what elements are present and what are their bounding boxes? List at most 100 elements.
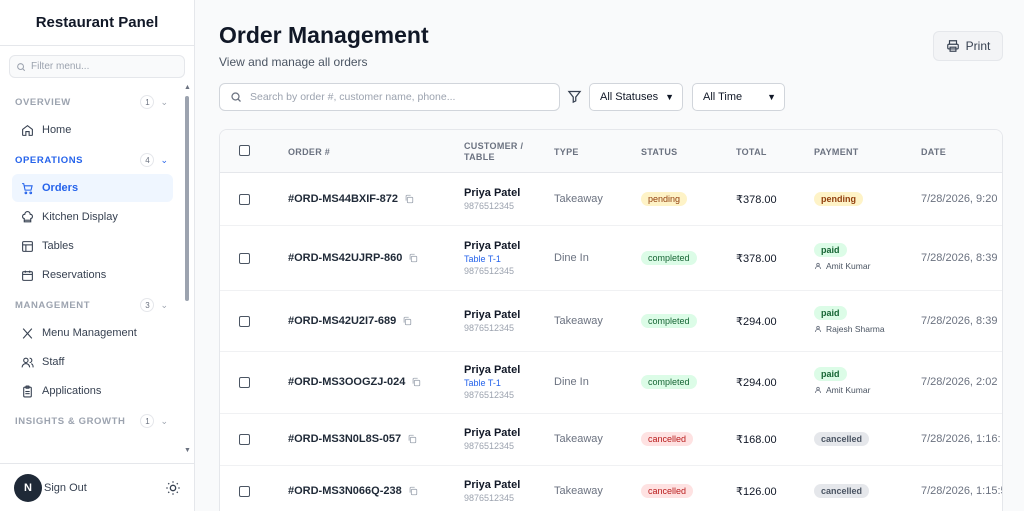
sidebar-item-reservations[interactable]: Reservations <box>12 261 173 289</box>
order-number[interactable]: #ORD-MS3OOGZJ-024 <box>288 376 421 388</box>
chef-hat-icon <box>22 210 33 222</box>
order-number[interactable]: #ORD-MS3N0L8S-057 <box>288 433 417 445</box>
table-row[interactable]: #ORD-MS3N066Q-238 Priya Patel 9876512345 Ta… <box>220 466 1002 511</box>
user-icon <box>814 386 822 394</box>
table-label[interactable]: Table T-1 <box>464 378 520 388</box>
customer-cell: Priya Patel Table T-1 9876512345 <box>464 240 520 276</box>
filter-menu-input[interactable] <box>31 61 171 72</box>
search-input[interactable] <box>250 91 550 103</box>
table-row[interactable]: #ORD-MS3N0L8S-057 Priya Patel 9876512345 Ta… <box>220 414 1002 466</box>
sun-icon[interactable] <box>165 480 181 496</box>
col-total[interactable]: TOTAL <box>736 147 767 158</box>
sidebar-item-home[interactable]: Home <box>12 116 173 144</box>
order-number[interactable]: #ORD-MS42UJRP-860 <box>288 252 418 264</box>
avatar[interactable]: N <box>14 473 42 502</box>
filter-icon[interactable] <box>567 89 582 104</box>
payment-cell: cancelled <box>814 432 870 446</box>
section-insights-growth[interactable]: INSIGHTS & GROWTH 1 ⌄ <box>0 407 183 435</box>
payment-badge: paid <box>814 242 847 257</box>
table-row[interactable]: #ORD-MS42U2I7-689 Priya Patel 9876512345 Ta… <box>220 291 1002 352</box>
status-badge: pending <box>641 192 688 206</box>
sign-out-button[interactable]: Sign Out <box>44 482 165 494</box>
sidebar-scrollbar[interactable]: ▲ ▼ <box>184 84 191 456</box>
table-row[interactable]: #ORD-MS3OOGZJ-024 Priya Patel Table T-1 987… <box>220 352 1002 414</box>
order-date: 7/28/2026, 9:20 <box>921 193 998 205</box>
section-title: OVERVIEW <box>15 96 71 108</box>
table-label[interactable]: Table T-1 <box>464 254 520 264</box>
payment-badge: pending <box>814 192 863 206</box>
order-number[interactable]: #ORD-MS44BXIF-872 <box>288 193 414 205</box>
cart-icon <box>22 182 33 194</box>
order-date: 7/28/2026, 2:02 <box>921 376 998 388</box>
select-all-checkbox[interactable] <box>239 145 250 156</box>
row-checkbox[interactable] <box>239 486 250 497</box>
order-number[interactable]: #ORD-MS42U2I7-689 <box>288 315 412 327</box>
col-payment[interactable]: PAYMENT <box>814 147 859 158</box>
table-row[interactable]: #ORD-MS44BXIF-872 Priya Patel 9876512345 Ta… <box>220 174 1002 226</box>
sidebar-item-label: Applications <box>42 385 102 397</box>
order-date: 7/28/2026, 8:39 <box>921 251 998 264</box>
filter-menu-box[interactable] <box>9 55 185 78</box>
section-management[interactable]: MANAGEMENT 3 ⌄ <box>0 291 183 319</box>
brand-title: Restaurant Panel <box>0 0 194 46</box>
col-order[interactable]: ORDER # <box>288 147 330 158</box>
section-overview[interactable]: OVERVIEW 1 ⌄ <box>0 88 183 116</box>
row-checkbox[interactable] <box>239 194 250 205</box>
order-number-text: #ORD-MS44BXIF-872 <box>288 193 399 205</box>
payment-collector-name: Rajesh Sharma <box>826 323 885 334</box>
customer-phone: 9876512345 <box>464 390 515 400</box>
payment-cell: paid Rajesh Sharma <box>814 305 885 334</box>
time-filter-value: All Time <box>703 91 743 103</box>
chevron-down-icon: ⌄ <box>160 154 168 165</box>
utensils-icon <box>22 327 33 339</box>
chevron-down-icon: ▼ <box>767 92 776 102</box>
col-date[interactable]: DATE <box>921 147 946 158</box>
order-type: Dine In <box>554 376 589 388</box>
main-content: Order Management View and manage all ord… <box>195 0 1024 511</box>
time-filter-select[interactable]: All Time ▼ <box>692 83 785 111</box>
copy-icon[interactable] <box>411 377 421 387</box>
sidebar-item-orders[interactable]: Orders <box>12 174 173 202</box>
customer-cell: Priya Patel 9876512345 <box>464 479 520 503</box>
row-checkbox[interactable] <box>239 315 250 327</box>
section-operations[interactable]: OPERATIONS 4 ⌄ <box>0 146 183 174</box>
scroll-up-icon[interactable]: ▲ <box>184 84 191 91</box>
order-total: ₹378.00 <box>736 252 777 265</box>
table-header: ORDER # CUSTOMER / TABLE TYPE STATUS TOT… <box>220 130 1002 173</box>
sidebar-item-label: Reservations <box>42 269 107 281</box>
status-filter-select[interactable]: All Statuses ▼ <box>589 83 683 111</box>
order-number-text: #ORD-MS3OOGZJ-024 <box>288 376 406 388</box>
customer-phone: 9876512345 <box>464 201 515 211</box>
section-title: MANAGEMENT <box>15 299 91 311</box>
section-title: OPERATIONS <box>15 154 84 166</box>
sidebar-item-tables[interactable]: Tables <box>12 232 173 260</box>
search-box[interactable] <box>219 83 560 111</box>
scrollbar-thumb[interactable] <box>185 96 189 301</box>
copy-icon[interactable] <box>404 194 414 204</box>
col-type[interactable]: TYPE <box>554 147 579 158</box>
payment-badge: paid <box>814 367 847 381</box>
row-checkbox[interactable] <box>239 377 250 388</box>
table-row[interactable]: #ORD-MS42UJRP-860 Priya Patel Table T-1 987… <box>220 226 1002 291</box>
row-checkbox[interactable] <box>239 434 250 445</box>
col-customer[interactable]: CUSTOMER / TABLE <box>464 141 524 163</box>
sidebar-item-menu-management[interactable]: Menu Management <box>12 319 173 347</box>
customer-name: Priya Patel <box>464 187 521 199</box>
scroll-down-icon[interactable]: ▼ <box>184 447 191 454</box>
row-checkbox[interactable] <box>239 252 250 264</box>
sidebar-item-label: Staff <box>42 356 65 368</box>
copy-icon[interactable] <box>408 253 418 263</box>
copy-icon[interactable] <box>408 486 418 496</box>
sidebar-item-staff[interactable]: Staff <box>12 348 173 376</box>
copy-icon[interactable] <box>407 434 417 444</box>
order-number[interactable]: #ORD-MS3N066Q-238 <box>288 485 418 497</box>
sidebar-item-applications[interactable]: Applications <box>12 377 173 405</box>
home-icon <box>22 124 33 136</box>
print-button[interactable]: Print <box>933 31 1003 61</box>
sidebar-item-kitchen-display[interactable]: Kitchen Display <box>12 203 173 231</box>
col-status[interactable]: STATUS <box>641 147 677 158</box>
user-icon <box>814 325 822 332</box>
sidebar-item-label: Tables <box>42 240 74 252</box>
copy-icon[interactable] <box>402 316 412 326</box>
customer-phone: 9876512345 <box>464 441 515 451</box>
